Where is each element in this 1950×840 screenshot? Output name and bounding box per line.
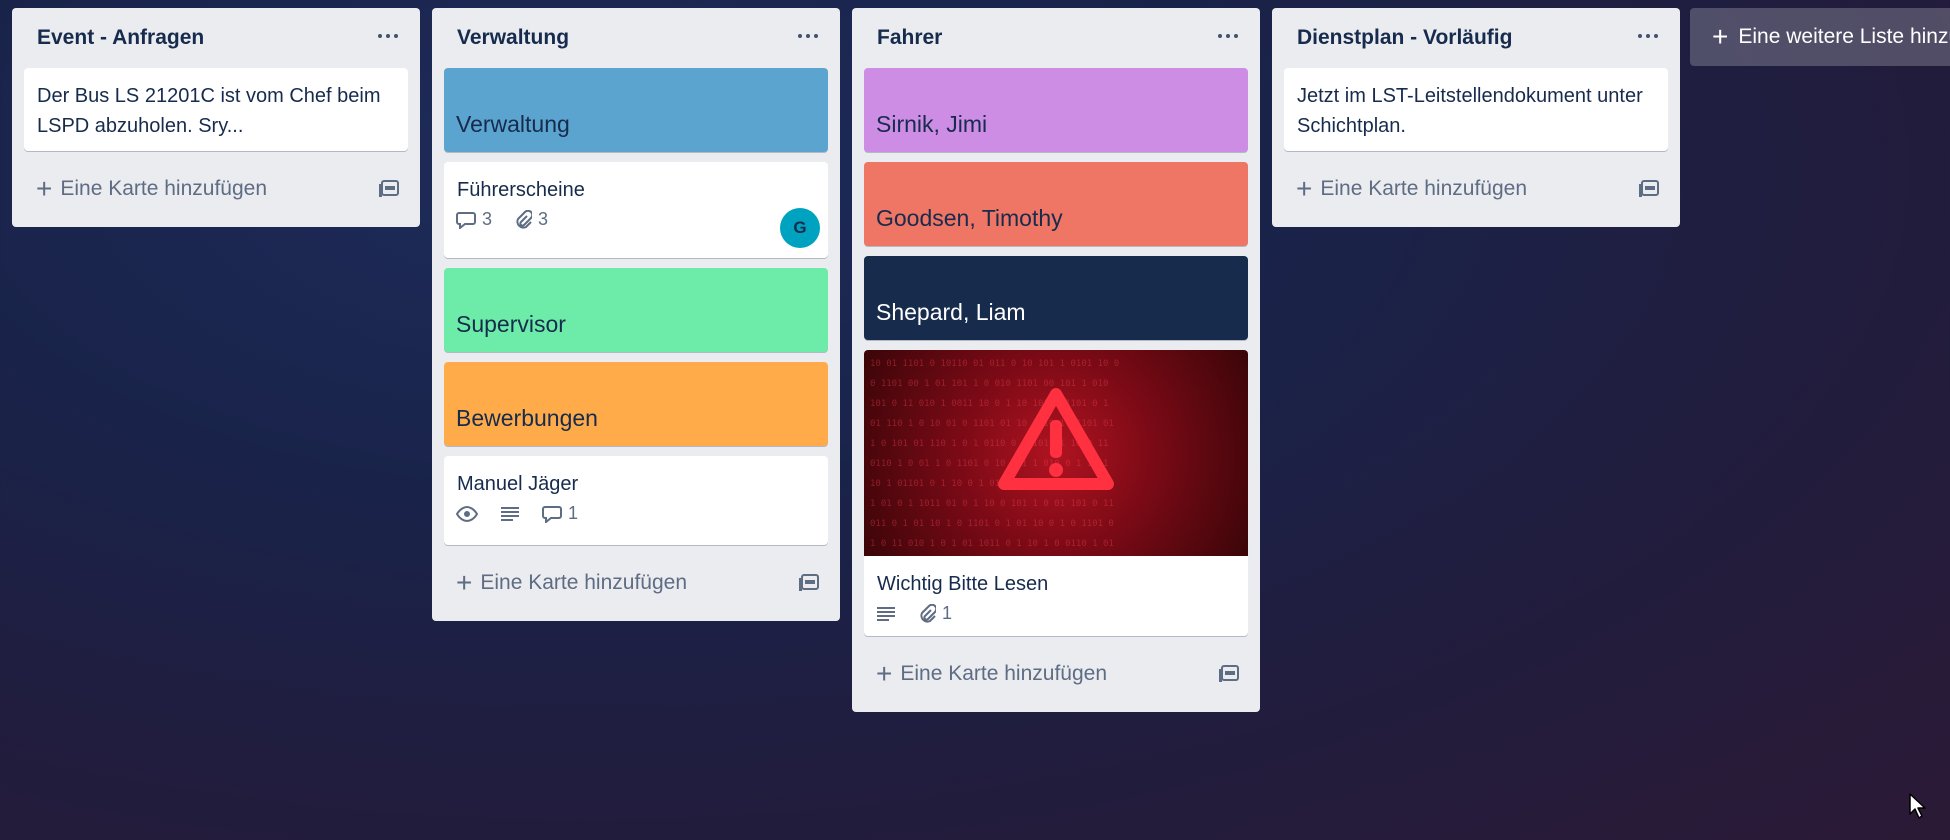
- add-card-label: Eine Karte hinzufügen: [900, 662, 1108, 685]
- paperclip-icon: [516, 209, 533, 229]
- attachments-badge: 3: [514, 209, 548, 230]
- add-card-label: Eine Karte hinzufügen: [480, 571, 688, 594]
- attachments-count: 1: [942, 603, 953, 623]
- attachments-badge: 1: [918, 603, 952, 624]
- plus-icon: +: [36, 173, 53, 204]
- watch-icon: [456, 505, 478, 522]
- add-card-button[interactable]: + Eine Karte hinzufügen: [28, 172, 275, 206]
- card-template-icon[interactable]: [378, 179, 400, 199]
- svg-text:1 01 0 1 1011 01 0 1 10 0 101: 1 01 0 1 1011 01 0 1 10 0 101 1 0 01 101…: [870, 499, 1114, 509]
- comments-count: 3: [482, 209, 493, 229]
- attachments-count: 3: [538, 209, 549, 229]
- comment-icon: [542, 505, 562, 523]
- card-title: Supervisor: [456, 311, 566, 337]
- list-dienstplan: Dienstplan - Vorläufig Jetzt im LST-Leit…: [1272, 8, 1680, 227]
- avatar[interactable]: G: [780, 208, 820, 248]
- card-title: Goodsen, Timothy: [876, 205, 1063, 231]
- list-menu-icon[interactable]: [1218, 30, 1242, 42]
- card-cover-shepard[interactable]: Shepard, Liam: [864, 256, 1248, 340]
- card-title: Wichtig Bitte Lesen: [877, 573, 1049, 595]
- plus-icon: +: [456, 567, 473, 598]
- svg-text:011 0 1 01 10 1 0 1101 0 1 01: 011 0 1 01 10 1 0 1101 0 1 01 10 0 1 0 1…: [870, 519, 1114, 529]
- paperclip-icon: [920, 603, 936, 623]
- svg-text:10 01 1101 0 10110 01 011 0 10: 10 01 1101 0 10110 01 011 0 10 101 1 010…: [870, 359, 1119, 369]
- svg-text:1 0 11 010 1 0 1 01 1011 0 1 1: 1 0 11 010 1 0 1 01 1011 0 1 10 1 0 0110…: [870, 539, 1114, 549]
- card-cover-supervisor[interactable]: Supervisor: [444, 268, 828, 352]
- card-cover-image: 10 01 1101 0 10110 01 011 0 10 101 1 010…: [864, 350, 1248, 556]
- comments-badge: 3: [456, 209, 492, 230]
- plus-icon: +: [876, 658, 893, 689]
- svg-text:0 1101 00 1 01 101 1 0 010 110: 0 1101 00 1 01 101 1 0 010 1101 00 101 1…: [870, 379, 1108, 389]
- list-header[interactable]: Event - Anfragen: [24, 8, 408, 68]
- card[interactable]: Der Bus LS 21201C ist vom Chef beim LSPD…: [24, 68, 408, 151]
- description-icon: [877, 606, 895, 621]
- list-title[interactable]: Fahrer: [877, 26, 942, 50]
- add-card-label: Eine Karte hinzufügen: [60, 177, 268, 200]
- list-menu-icon[interactable]: [798, 30, 822, 42]
- card-cover-goodsen[interactable]: Goodsen, Timothy: [864, 162, 1248, 246]
- card-cover-verwaltung[interactable]: Verwaltung: [444, 68, 828, 152]
- card-cover-bewerbungen[interactable]: Bewerbungen: [444, 362, 828, 446]
- plus-icon: +: [1296, 173, 1313, 204]
- list-verwaltung: Verwaltung Verwaltung Führerscheine 3 3 …: [432, 8, 840, 621]
- card-fuehrerscheine[interactable]: Führerscheine 3 3 G: [444, 162, 828, 258]
- description-icon: [501, 506, 519, 521]
- card-title: Bewerbungen: [456, 405, 598, 431]
- add-card-button[interactable]: + Eine Karte hinzufügen: [448, 566, 695, 600]
- list-title[interactable]: Verwaltung: [457, 26, 569, 50]
- card-template-icon[interactable]: [1218, 664, 1240, 684]
- list-menu-icon[interactable]: [1638, 30, 1662, 42]
- add-list-button[interactable]: + Eine weitere Liste hinzu: [1690, 8, 1950, 66]
- list-header[interactable]: Verwaltung: [444, 8, 828, 68]
- card-title: Manuel Jäger: [457, 473, 579, 495]
- comments-count: 1: [568, 503, 579, 523]
- card-wichtig[interactable]: 10 01 1101 0 10110 01 011 0 10 101 1 010…: [864, 350, 1248, 636]
- add-card-button[interactable]: + Eine Karte hinzufügen: [868, 657, 1115, 691]
- list-event-anfragen: Event - Anfragen Der Bus LS 21201C ist v…: [12, 8, 420, 227]
- list-title[interactable]: Dienstplan - Vorläufig: [1297, 26, 1512, 50]
- card-title: Shepard, Liam: [876, 299, 1026, 325]
- card-text: Der Bus LS 21201C ist vom Chef beim LSPD…: [37, 85, 381, 137]
- card-template-icon[interactable]: [1638, 179, 1660, 199]
- card-title: Sirnik, Jimi: [876, 111, 988, 137]
- warning-icon: 10 01 1101 0 10110 01 011 0 10 101 1 010…: [870, 359, 1119, 549]
- card-title: Führerscheine: [457, 179, 585, 201]
- add-card-button[interactable]: + Eine Karte hinzufügen: [1288, 172, 1535, 206]
- list-header[interactable]: Dienstplan - Vorläufig: [1284, 8, 1668, 68]
- comments-badge: 1: [542, 503, 578, 524]
- list-header[interactable]: Fahrer: [864, 8, 1248, 68]
- plus-icon: +: [1712, 21, 1729, 52]
- list-title[interactable]: Event - Anfragen: [37, 26, 204, 50]
- list-fahrer: Fahrer Sirnik, Jimi Goodsen, Timothy She…: [852, 8, 1260, 712]
- card-manuel-jaeger[interactable]: Manuel Jäger 1: [444, 456, 828, 545]
- list-menu-icon[interactable]: [378, 30, 402, 42]
- svg-text:0110 1 0 01 1 0 1101 0 10 101: 0110 1 0 01 1 0 1101 0 10 101 1 010 0 1 …: [870, 459, 1108, 469]
- svg-text:101 0 11 010 1 0011 10 0 1 10: 101 0 11 010 1 0011 10 0 1 10 101 0 1101…: [870, 399, 1108, 409]
- card-template-icon[interactable]: [798, 573, 820, 593]
- svg-text:1 0 101 01 110 1 0 1 0110 0 1: 1 0 101 01 110 1 0 1 0110 0 1 101 01 10 …: [870, 439, 1108, 449]
- add-card-label: Eine Karte hinzufügen: [1320, 177, 1528, 200]
- comment-icon: [456, 211, 476, 229]
- card-cover-sirnik[interactable]: Sirnik, Jimi: [864, 68, 1248, 152]
- card-text: Jetzt im LST-Leitstellendokument unter S…: [1297, 85, 1643, 137]
- mouse-cursor-icon: [1909, 793, 1926, 819]
- add-list-label: Eine weitere Liste hinzu: [1738, 25, 1950, 48]
- card-title: Verwaltung: [456, 111, 570, 137]
- card[interactable]: Jetzt im LST-Leitstellendokument unter S…: [1284, 68, 1668, 151]
